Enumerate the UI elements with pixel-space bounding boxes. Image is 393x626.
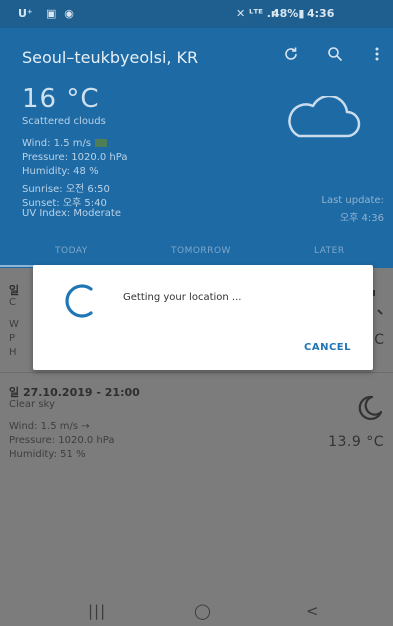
humidity-detail: Humidity: 48 % (22, 166, 99, 177)
forecast-humidity: H (9, 347, 17, 358)
weather-app: U⁺ ▣ ◉ ✕ ᴸᵀᴱ .ıl 48%▮ 4:36 Seoul–teukbye… (0, 0, 393, 626)
forecast-tabs: TODAY TOMORROW LATER (0, 238, 393, 268)
cancel-button[interactable]: CANCEL (304, 342, 351, 353)
wind-direction-icon (95, 139, 108, 147)
recents-button[interactable]: ||| (88, 602, 106, 620)
wind-text: Wind: 1.5 m/s (22, 138, 92, 149)
carrier-label: U⁺ (18, 7, 33, 20)
cloud-icon (285, 94, 365, 144)
current-temperature: 16 °C (22, 84, 100, 114)
battery-indicator: 48%▮ (272, 7, 305, 20)
current-weather-header: Seoul–teukbyeolsi, KR 16 °C Scattered cl… (0, 28, 393, 268)
last-update-time: 오후 4:36 (339, 213, 384, 224)
notification-icons: ▣ ◉ (46, 7, 76, 20)
uv-index-detail: UV Index: Moderate (22, 208, 121, 219)
sunrise-detail: Sunrise: 오전 6:50 (22, 184, 110, 195)
status-bar: U⁺ ▣ ◉ ✕ ᴸᵀᴱ .ıl 48%▮ 4:36 (0, 0, 393, 28)
tab-today[interactable]: TODAY (55, 246, 88, 256)
refresh-icon[interactable] (283, 46, 299, 66)
tab-tomorrow[interactable]: TOMORROW (171, 246, 231, 256)
forecast-temperature: 13.9 °C (328, 434, 384, 450)
last-update-label: Last update: (321, 195, 384, 206)
tab-later[interactable]: LATER (314, 246, 345, 256)
forecast-date: 일 27.10.2019 - 21:00 (9, 386, 140, 399)
search-icon[interactable] (327, 46, 343, 66)
pressure-detail: Pressure: 1020.0 hPa (22, 152, 128, 163)
progress-spinner-icon (59, 281, 99, 325)
navigation-bar: ||| ◯ < (0, 598, 393, 626)
forecast-wind: Wind: 1.5 m/s → (9, 421, 90, 432)
forecast-temperature: C (374, 332, 384, 348)
more-vert-icon[interactable] (375, 46, 379, 66)
forecast-pressure: Pressure: 1020.0 hPa (9, 435, 115, 446)
forecast-humidity: Humidity: 51 % (9, 449, 86, 460)
list-divider (0, 372, 393, 373)
forecast-wind: W (9, 319, 19, 330)
city-title: Seoul–teukbyeolsi, KR (22, 48, 199, 67)
sunset-detail: Sunset: 오후 5:40 (22, 198, 107, 209)
dialog-message: Getting your location ... (123, 292, 242, 303)
back-button[interactable]: < (306, 602, 319, 620)
forecast-description: C (9, 297, 16, 308)
forecast-pressure: P (9, 333, 16, 344)
forecast-date: 일 (9, 284, 20, 297)
moon-icon (354, 394, 384, 426)
location-progress-dialog: Getting your location ... CANCEL (33, 265, 373, 370)
weather-description: Scattered clouds (22, 116, 106, 127)
forecast-description: Clear sky (9, 399, 55, 410)
status-time: 4:36 (307, 7, 335, 20)
wind-detail: Wind: 1.5 m/s (22, 138, 108, 149)
home-button[interactable]: ◯ (194, 602, 211, 620)
